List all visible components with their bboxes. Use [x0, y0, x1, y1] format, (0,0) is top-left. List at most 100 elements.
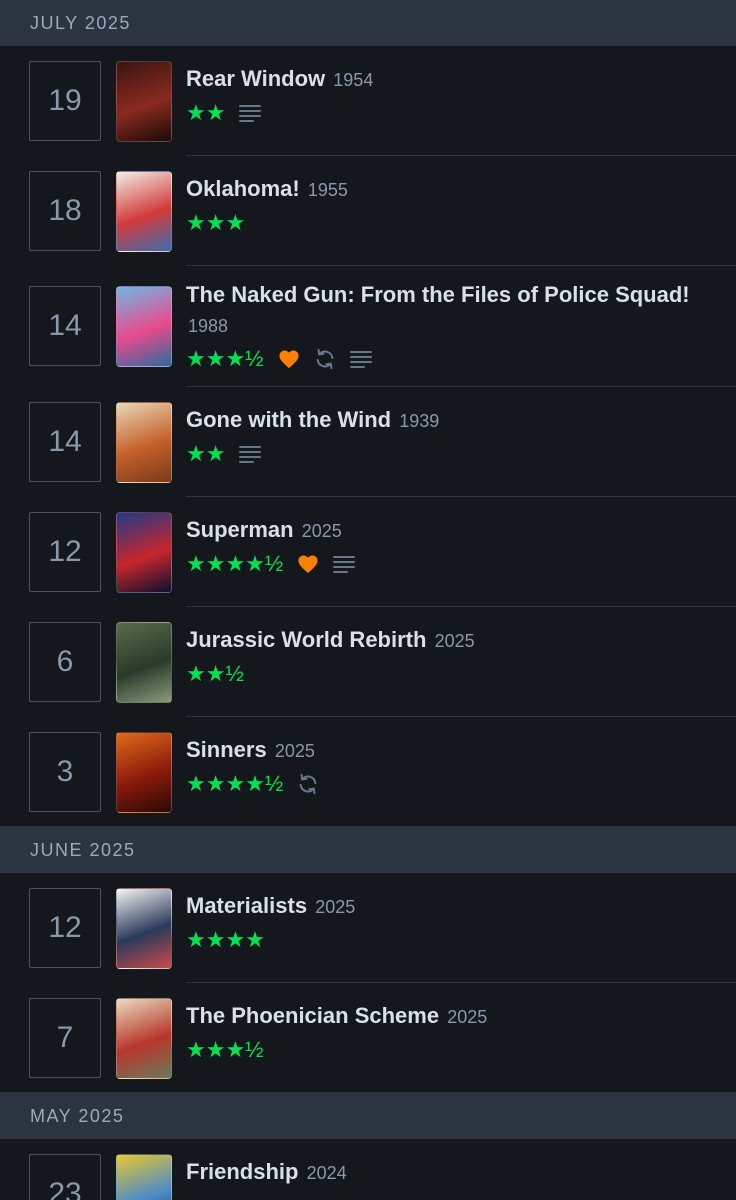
- rewatch-icon: [314, 348, 336, 370]
- day-box[interactable]: 12: [29, 512, 101, 592]
- diary-entry[interactable]: 7 The Phoenician Scheme 2025 ★★★½: [0, 983, 736, 1093]
- film-poster[interactable]: [116, 622, 172, 703]
- diary-entry[interactable]: 14 Gone with the Wind 1939 ★★: [0, 387, 736, 497]
- day-box[interactable]: 6: [29, 622, 101, 702]
- entry-meta: ★★★★½: [186, 552, 716, 576]
- star-rating: ★★: [186, 100, 226, 125]
- film-year[interactable]: 2025: [315, 897, 355, 917]
- divider: [0, 826, 736, 827]
- rewatch-icon: [297, 773, 319, 795]
- entry-info: The Phoenician Scheme 2025 ★★★½: [186, 1001, 716, 1062]
- film-title[interactable]: Jurassic World Rebirth: [186, 627, 426, 652]
- title-line: Oklahoma! 1955: [186, 174, 716, 205]
- entry-meta: ★★★: [186, 211, 716, 235]
- title-line: Sinners 2025: [186, 735, 716, 766]
- entry-meta: ★★★★½: [186, 772, 716, 796]
- film-poster[interactable]: [116, 732, 172, 813]
- film-poster[interactable]: [116, 1154, 172, 1200]
- title-line: Gone with the Wind 1939: [186, 405, 716, 436]
- star-rating: ★★★★½: [186, 551, 284, 576]
- film-year[interactable]: 2025: [275, 741, 315, 761]
- divider: [0, 1092, 736, 1093]
- film-title[interactable]: The Phoenician Scheme: [186, 1003, 439, 1028]
- day-box[interactable]: 19: [29, 61, 101, 141]
- review-icon[interactable]: [333, 554, 356, 574]
- diary-entry[interactable]: 6 Jurassic World Rebirth 2025 ★★½: [0, 607, 736, 717]
- film-year[interactable]: 2024: [307, 1163, 347, 1183]
- title-line: Materialists 2025: [186, 891, 716, 922]
- entry-info: Superman 2025 ★★★★½: [186, 515, 716, 576]
- film-year[interactable]: 2025: [435, 631, 475, 651]
- film-title[interactable]: The Naked Gun: From the Files of Police …: [186, 282, 690, 307]
- film-poster[interactable]: [116, 61, 172, 142]
- diary-entry[interactable]: 14 The Naked Gun: From the Files of Polic…: [0, 266, 736, 387]
- review-icon[interactable]: [239, 103, 262, 123]
- title-line: Superman 2025: [186, 515, 716, 546]
- entry-meta: ★★★½: [186, 347, 716, 371]
- entry-info: Gone with the Wind 1939 ★★: [186, 405, 716, 466]
- title-line: Friendship 2024: [186, 1157, 716, 1188]
- title-line: Jurassic World Rebirth 2025: [186, 625, 716, 656]
- month-header: MAY 2025: [0, 1093, 736, 1139]
- entry-meta: ★★: [186, 442, 716, 466]
- entry-info: Oklahoma! 1955 ★★★: [186, 174, 716, 235]
- film-poster[interactable]: [116, 888, 172, 969]
- entry-meta: ★★★½: [186, 1038, 716, 1062]
- day-box[interactable]: 14: [29, 286, 101, 366]
- month-header: JUNE 2025: [0, 827, 736, 873]
- film-year[interactable]: 1954: [333, 70, 373, 90]
- title-line: The Naked Gun: From the Files of Police …: [186, 280, 716, 341]
- film-poster[interactable]: [116, 402, 172, 483]
- film-year[interactable]: 1988: [188, 316, 228, 336]
- star-rating: ★★★★: [186, 927, 265, 952]
- entry-info: Jurassic World Rebirth 2025 ★★½: [186, 625, 716, 686]
- film-year[interactable]: 1939: [399, 411, 439, 431]
- film-poster[interactable]: [116, 998, 172, 1079]
- diary-entry[interactable]: 18 Oklahoma! 1955 ★★★: [0, 156, 736, 266]
- film-title[interactable]: Superman: [186, 517, 294, 542]
- entry-info: Friendship 2024: [186, 1157, 716, 1188]
- film-year[interactable]: 2025: [302, 521, 342, 541]
- review-icon[interactable]: [349, 349, 372, 369]
- heart-icon: [297, 554, 319, 574]
- star-rating: ★★★: [186, 210, 246, 235]
- day-box[interactable]: 7: [29, 998, 101, 1078]
- film-year[interactable]: 2025: [447, 1007, 487, 1027]
- day-box[interactable]: 14: [29, 402, 101, 482]
- film-year[interactable]: 1955: [308, 180, 348, 200]
- day-box[interactable]: 12: [29, 888, 101, 968]
- entry-info: Rear Window 1954 ★★: [186, 64, 716, 125]
- star-rating: ★★★½: [186, 1037, 264, 1062]
- day-box[interactable]: 18: [29, 171, 101, 251]
- heart-icon: [278, 349, 300, 369]
- film-poster[interactable]: [116, 286, 172, 367]
- star-rating: ★★★★½: [186, 771, 284, 796]
- film-title[interactable]: Rear Window: [186, 66, 325, 91]
- diary-entry[interactable]: 3 Sinners 2025 ★★★★½: [0, 717, 736, 827]
- entry-meta: ★★½: [186, 662, 716, 686]
- diary-list: JULY 2025 19 Rear Window 1954 ★★ 18 Oklahoma!…: [0, 0, 736, 1200]
- title-line: Rear Window 1954: [186, 64, 716, 95]
- day-box[interactable]: 23: [29, 1154, 101, 1200]
- diary-entry[interactable]: 12 Materialists 2025 ★★★★: [0, 873, 736, 983]
- film-title[interactable]: Friendship: [186, 1159, 298, 1184]
- diary-entry[interactable]: 12 Superman 2025 ★★★★½: [0, 497, 736, 607]
- entry-info: Sinners 2025 ★★★★½: [186, 735, 716, 796]
- title-line: The Phoenician Scheme 2025: [186, 1001, 716, 1032]
- diary-entry[interactable]: 19 Rear Window 1954 ★★: [0, 46, 736, 156]
- film-title[interactable]: Gone with the Wind: [186, 407, 391, 432]
- film-title[interactable]: Sinners: [186, 737, 267, 762]
- film-poster[interactable]: [116, 171, 172, 252]
- film-title[interactable]: Materialists: [186, 893, 307, 918]
- star-rating: ★★: [186, 441, 226, 466]
- film-title[interactable]: Oklahoma!: [186, 176, 300, 201]
- entry-meta: ★★: [186, 101, 716, 125]
- day-box[interactable]: 3: [29, 732, 101, 812]
- star-rating: ★★★½: [186, 346, 264, 371]
- diary-entry[interactable]: 23 Friendship 2024: [0, 1139, 736, 1200]
- review-icon[interactable]: [239, 444, 262, 464]
- entry-meta: ★★★★: [186, 928, 716, 952]
- film-poster[interactable]: [116, 512, 172, 593]
- month-header: JULY 2025: [0, 0, 736, 46]
- entry-info: Materialists 2025 ★★★★: [186, 891, 716, 952]
